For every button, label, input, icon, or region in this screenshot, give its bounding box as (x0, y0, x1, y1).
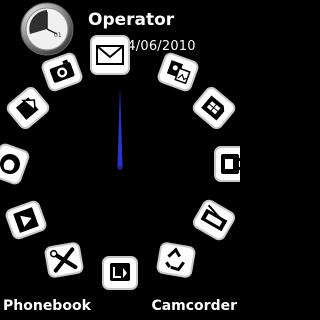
gallery-icon[interactable] (157, 52, 199, 92)
web-icon[interactable] (0, 143, 30, 185)
needle-pointer (117, 86, 123, 168)
sim-card-icon[interactable] (191, 86, 236, 131)
play-icon[interactable] (5, 200, 47, 240)
phonebook-softkey[interactable]: Phonebook (3, 298, 91, 314)
home-screen: 01 Operator We 24/06/2010 Phonebook Camc… (0, 0, 240, 320)
recycle-icon[interactable] (156, 242, 196, 278)
needle-base (117, 166, 123, 170)
media-player-icon[interactable] (102, 256, 138, 290)
camera-icon[interactable] (41, 52, 83, 92)
radial-menu (0, 35, 240, 290)
tools-icon[interactable] (44, 242, 84, 278)
messaging-icon[interactable] (90, 35, 130, 75)
camcorder-softkey[interactable]: Camcorder (151, 298, 237, 314)
softkey-bar: Phonebook Camcorder (0, 294, 240, 320)
calendar-icon[interactable] (214, 146, 240, 182)
media-icon[interactable] (192, 199, 236, 242)
notes-icon[interactable] (5, 86, 50, 131)
